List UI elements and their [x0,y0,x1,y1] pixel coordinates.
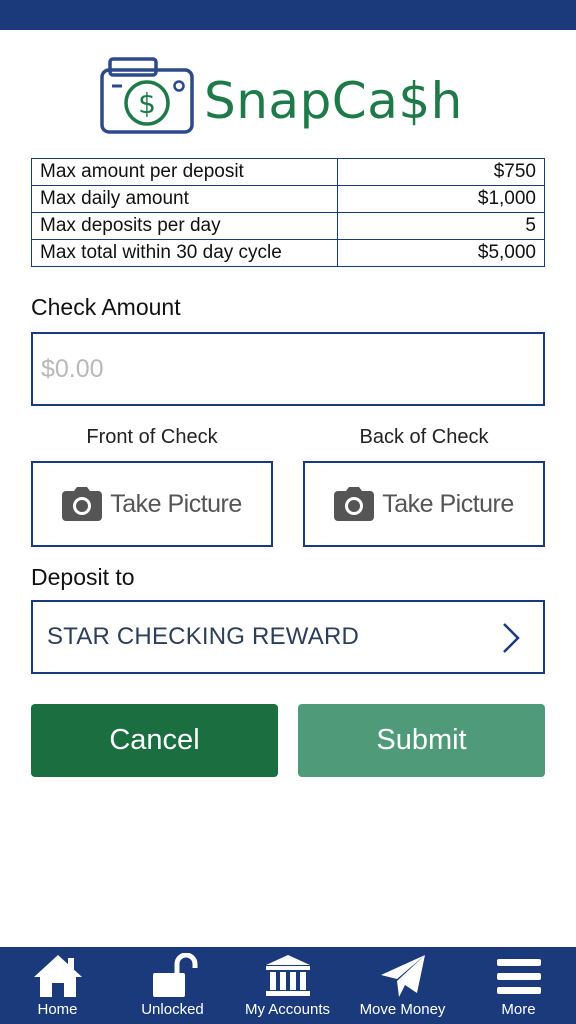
check-amount-input[interactable] [33,334,521,404]
snapcash-logo: $ SnapCa$h [100,56,490,138]
back-take-picture-button[interactable]: Take Picture [303,461,545,547]
table-row: Max total within 30 day cycle $5,000 [31,239,545,267]
tab-move-money[interactable]: Move Money [345,947,460,1024]
tab-label: Unlocked [141,1001,204,1018]
check-amount-field [31,332,545,406]
paper-plane-icon [380,955,425,997]
home-icon [33,955,82,997]
tab-label: Move Money [359,1001,446,1018]
camera-dollar-icon: $ [100,57,194,134]
limit-label: Max daily amount [31,185,338,213]
svg-text:$: $ [138,87,156,120]
tab-label: More [501,1001,536,1018]
take-picture-label: Take Picture [110,489,242,518]
tab-my-accounts[interactable]: My Accounts [230,947,345,1024]
deposit-account-select[interactable]: STAR CHECKING REWARD [31,600,545,674]
logo-wordmark: SnapCa$h [204,72,463,130]
status-bar [0,0,576,30]
bottom-tab-bar: Home Unlocked My Accounts Move Money Mor… [0,947,576,1024]
camera-icon [62,487,103,521]
limit-label: Max amount per deposit [31,158,338,186]
unlock-icon [152,953,197,997]
limit-value: 5 [337,212,545,240]
front-of-check-label: Front of Check [86,426,218,448]
tab-more[interactable]: More [461,947,576,1024]
limit-label: Max total within 30 day cycle [31,239,338,267]
table-row: Max amount per deposit $750 [31,158,545,186]
tab-label: My Accounts [244,1001,331,1018]
table-row: Max daily amount $1,000 [31,185,545,213]
camera-icon [334,487,375,521]
limit-value: $5,000 [337,239,545,267]
check-amount-label: Check Amount [31,294,181,320]
tab-label: Home [37,1001,78,1018]
tab-unlocked[interactable]: Unlocked [115,947,230,1024]
deposit-to-label: Deposit to [31,564,135,590]
chevron-right-icon [503,623,520,653]
cancel-button[interactable]: Cancel [31,704,278,777]
take-picture-label: Take Picture [382,489,514,518]
limit-value: $1,000 [337,185,545,213]
limit-label: Max deposits per day [31,212,338,240]
limit-value: $750 [337,158,545,186]
menu-icon [496,959,541,994]
table-row: Max deposits per day 5 [31,212,545,240]
tab-home[interactable]: Home [0,947,115,1024]
front-take-picture-button[interactable]: Take Picture [31,461,273,547]
bank-icon [265,955,310,996]
back-of-check-label: Back of Check [359,426,489,448]
deposit-account-value: STAR CHECKING REWARD [47,623,360,650]
deposit-limits-table: Max amount per deposit $750 Max daily am… [31,158,545,267]
submit-button[interactable]: Submit [298,704,545,777]
